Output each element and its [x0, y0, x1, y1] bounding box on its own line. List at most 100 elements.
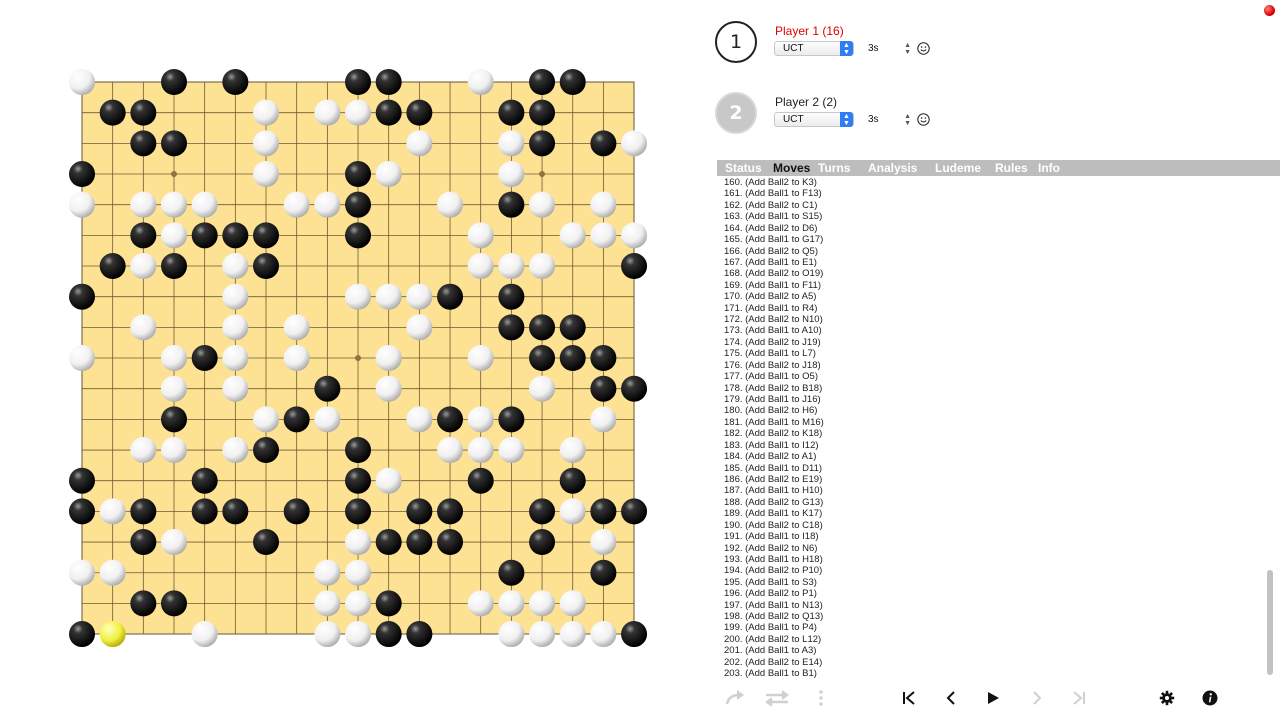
black-stone[interactable]	[161, 406, 188, 433]
white-stone[interactable]	[253, 130, 280, 157]
move-list-item[interactable]: 164. (Add Ball2 to D6)	[717, 223, 1265, 234]
white-stone[interactable]	[467, 253, 494, 280]
black-stone[interactable]	[69, 161, 95, 188]
white-stone[interactable]	[222, 345, 249, 372]
info-button[interactable]	[1200, 684, 1220, 712]
black-stone[interactable]	[559, 467, 586, 494]
black-stone[interactable]	[437, 529, 464, 556]
white-stone[interactable]	[222, 375, 249, 402]
black-stone[interactable]	[529, 69, 556, 95]
white-stone[interactable]	[345, 559, 372, 586]
move-list-item[interactable]: 187. (Add Ball1 to H10)	[717, 485, 1265, 496]
black-stone[interactable]	[161, 253, 188, 280]
player2-ai-select[interactable]: UCT ▲ ▼	[774, 112, 854, 127]
black-stone[interactable]	[375, 529, 402, 556]
move-list-item[interactable]: 189. (Add Ball1 to K17)	[717, 508, 1265, 519]
white-stone[interactable]	[590, 529, 617, 556]
white-stone[interactable]	[161, 437, 188, 464]
move-list-item[interactable]: 193. (Add Ball1 to H18)	[717, 554, 1265, 565]
white-stone[interactable]	[529, 621, 556, 648]
white-stone[interactable]	[222, 283, 249, 310]
move-list-item[interactable]: 198. (Add Ball2 to Q13)	[717, 611, 1265, 622]
swap-button[interactable]	[761, 684, 793, 712]
white-stone[interactable]	[130, 437, 157, 464]
black-stone[interactable]	[345, 437, 372, 464]
white-stone[interactable]	[437, 191, 464, 218]
redo-button[interactable]	[721, 684, 749, 712]
black-stone[interactable]	[498, 99, 525, 126]
white-stone[interactable]	[559, 222, 586, 249]
white-stone[interactable]	[437, 437, 464, 464]
white-stone[interactable]	[130, 191, 157, 218]
move-list-item[interactable]: 194. (Add Ball2 to P10)	[717, 565, 1265, 576]
black-stone[interactable]	[99, 253, 126, 280]
white-stone[interactable]	[99, 559, 126, 586]
white-stone[interactable]	[69, 191, 95, 218]
white-stone[interactable]	[559, 498, 586, 525]
white-stone[interactable]	[345, 529, 372, 556]
move-list-item[interactable]: 168. (Add Ball2 to O19)	[717, 268, 1265, 279]
black-stone[interactable]	[467, 467, 494, 494]
white-stone[interactable]	[406, 406, 433, 433]
white-stone[interactable]	[467, 437, 494, 464]
move-list-item[interactable]: 177. (Add Ball1 to O5)	[717, 371, 1265, 382]
white-stone[interactable]	[283, 314, 310, 341]
black-stone[interactable]	[161, 69, 188, 95]
white-stone[interactable]	[498, 130, 525, 157]
white-stone[interactable]	[590, 406, 617, 433]
last-move-marker[interactable]	[99, 621, 126, 648]
black-stone[interactable]	[130, 130, 157, 157]
black-stone[interactable]	[99, 99, 126, 126]
black-stone[interactable]	[253, 529, 280, 556]
move-list-item[interactable]: 203. (Add Ball1 to B1)	[717, 668, 1265, 679]
move-list-item[interactable]: 191. (Add Ball1 to I18)	[717, 531, 1265, 542]
move-list-item[interactable]: 172. (Add Ball2 to N10)	[717, 314, 1265, 325]
white-stone[interactable]	[314, 99, 341, 126]
black-stone[interactable]	[498, 283, 525, 310]
black-stone[interactable]	[406, 621, 433, 648]
moves-scrollbar[interactable]	[1266, 177, 1274, 680]
white-stone[interactable]	[253, 406, 280, 433]
black-stone[interactable]	[69, 467, 95, 494]
scrollbar-thumb[interactable]	[1267, 570, 1273, 675]
white-stone[interactable]	[406, 130, 433, 157]
move-list-item[interactable]: 184. (Add Ball2 to A1)	[717, 451, 1265, 462]
black-stone[interactable]	[130, 498, 157, 525]
white-stone[interactable]	[161, 222, 188, 249]
white-stone[interactable]	[498, 161, 525, 188]
white-stone[interactable]	[590, 621, 617, 648]
game-board[interactable]	[0, 0, 715, 718]
last-move-button[interactable]	[1069, 684, 1089, 712]
white-stone[interactable]	[406, 283, 433, 310]
move-list-item[interactable]: 175. (Add Ball1 to L7)	[717, 348, 1265, 359]
white-stone[interactable]	[161, 529, 188, 556]
black-stone[interactable]	[437, 406, 464, 433]
black-stone[interactable]	[345, 69, 372, 95]
move-list-item[interactable]: 180. (Add Ball2 to H6)	[717, 405, 1265, 416]
smiley-icon[interactable]	[917, 113, 930, 126]
black-stone[interactable]	[253, 253, 280, 280]
black-stone[interactable]	[621, 253, 648, 280]
smiley-icon[interactable]	[917, 42, 930, 55]
white-stone[interactable]	[314, 590, 341, 617]
black-stone[interactable]	[253, 222, 280, 249]
white-stone[interactable]	[222, 437, 249, 464]
move-list-item[interactable]: 186. (Add Ball2 to E19)	[717, 474, 1265, 485]
white-stone[interactable]	[345, 283, 372, 310]
black-stone[interactable]	[529, 498, 556, 525]
white-stone[interactable]	[621, 130, 648, 157]
move-list-item[interactable]: 195. (Add Ball1 to S3)	[717, 577, 1265, 588]
black-stone[interactable]	[375, 621, 402, 648]
white-stone[interactable]	[590, 191, 617, 218]
black-stone[interactable]	[130, 590, 157, 617]
move-list-item[interactable]: 169. (Add Ball1 to F11)	[717, 280, 1265, 291]
black-stone[interactable]	[222, 69, 249, 95]
tab-ludeme[interactable]: Ludeme	[927, 160, 987, 176]
black-stone[interactable]	[498, 559, 525, 586]
white-stone[interactable]	[222, 314, 249, 341]
white-stone[interactable]	[130, 314, 157, 341]
player1-time-stepper[interactable]: 3s ▲ ▼	[865, 42, 911, 56]
black-stone[interactable]	[590, 130, 617, 157]
black-stone[interactable]	[559, 314, 586, 341]
black-stone[interactable]	[69, 498, 95, 525]
